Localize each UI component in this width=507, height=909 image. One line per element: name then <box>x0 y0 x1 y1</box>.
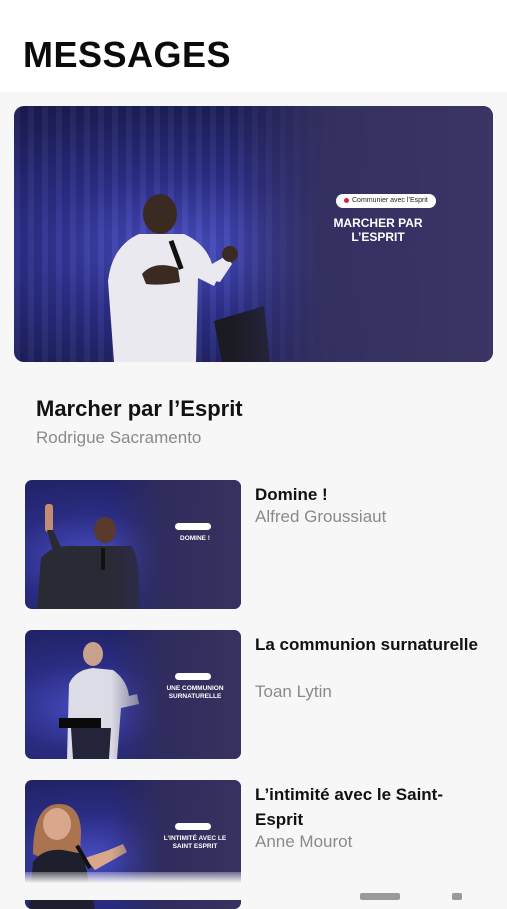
app-header: MESSAGES <box>0 0 507 92</box>
overlay-line-1: UNE COMMUNION <box>166 685 224 692</box>
thumbnail-overlay-title: DOMINE ! <box>161 535 229 543</box>
series-badge <box>175 823 211 830</box>
overlay-line-2: L’ESPRIT <box>351 230 405 244</box>
series-badge <box>175 673 211 680</box>
thumbnail-overlay-title: UNE COMMUNION SURNATURELLE <box>157 685 233 701</box>
thumbnail-overlay-title: MARCHER PAR L’ESPRIT <box>314 216 442 244</box>
tab-bar-hint <box>360 893 400 900</box>
series-badge-label: Communier avec l’Esprit <box>352 197 428 204</box>
message-thumbnail[interactable]: DOMINE ! <box>25 480 241 609</box>
message-thumbnail[interactable]: UNE COMMUNION SURNATURELLE <box>25 630 241 759</box>
message-author: Anne Mourot <box>255 832 353 851</box>
message-list-item[interactable]: DOMINE ! Domine ! Alfred Groussiaut <box>25 480 495 610</box>
badge-dot-icon <box>344 197 349 203</box>
message-title[interactable]: Domine ! <box>255 482 485 507</box>
thumbnail-overlay-title: L’INTIMITÉ AVEC LE SAINT ESPRIT <box>153 835 237 851</box>
message-list-item[interactable]: L’INTIMITÉ AVEC LE SAINT ESPRIT L’intimi… <box>25 780 495 909</box>
featured-message-author: Rodrigue Sacramento <box>36 428 202 447</box>
series-badge: Communier avec l’Esprit <box>336 194 436 208</box>
featured-message-title[interactable]: Marcher par l’Esprit <box>36 396 243 422</box>
series-badge <box>175 523 211 530</box>
overlay-line-1: DOMINE ! <box>180 535 210 542</box>
overlay-line-1: L’INTIMITÉ AVEC LE <box>163 835 227 842</box>
thumbnail-gradient <box>111 480 241 609</box>
overlay-line-2: SAINT ESPRIT <box>172 843 218 850</box>
bottom-bar-fade <box>0 872 507 900</box>
overlay-line-2: SURNATURELLE <box>168 693 222 700</box>
message-author: Alfred Groussiaut <box>255 507 387 526</box>
message-list-item[interactable]: UNE COMMUNION SURNATURELLE La communion … <box>25 630 495 760</box>
message-title[interactable]: L’intimité avec le Saint-Esprit <box>255 782 485 832</box>
page-title: MESSAGES <box>23 34 232 75</box>
tab-bar-hint <box>452 893 462 900</box>
overlay-line-1: MARCHER PAR <box>333 216 423 230</box>
featured-message-thumbnail[interactable]: Communier avec l’Esprit MARCHER PAR L’ES… <box>14 106 493 362</box>
message-title[interactable]: La communion surnaturelle <box>255 632 485 657</box>
message-author: Toan Lytin <box>255 682 332 701</box>
